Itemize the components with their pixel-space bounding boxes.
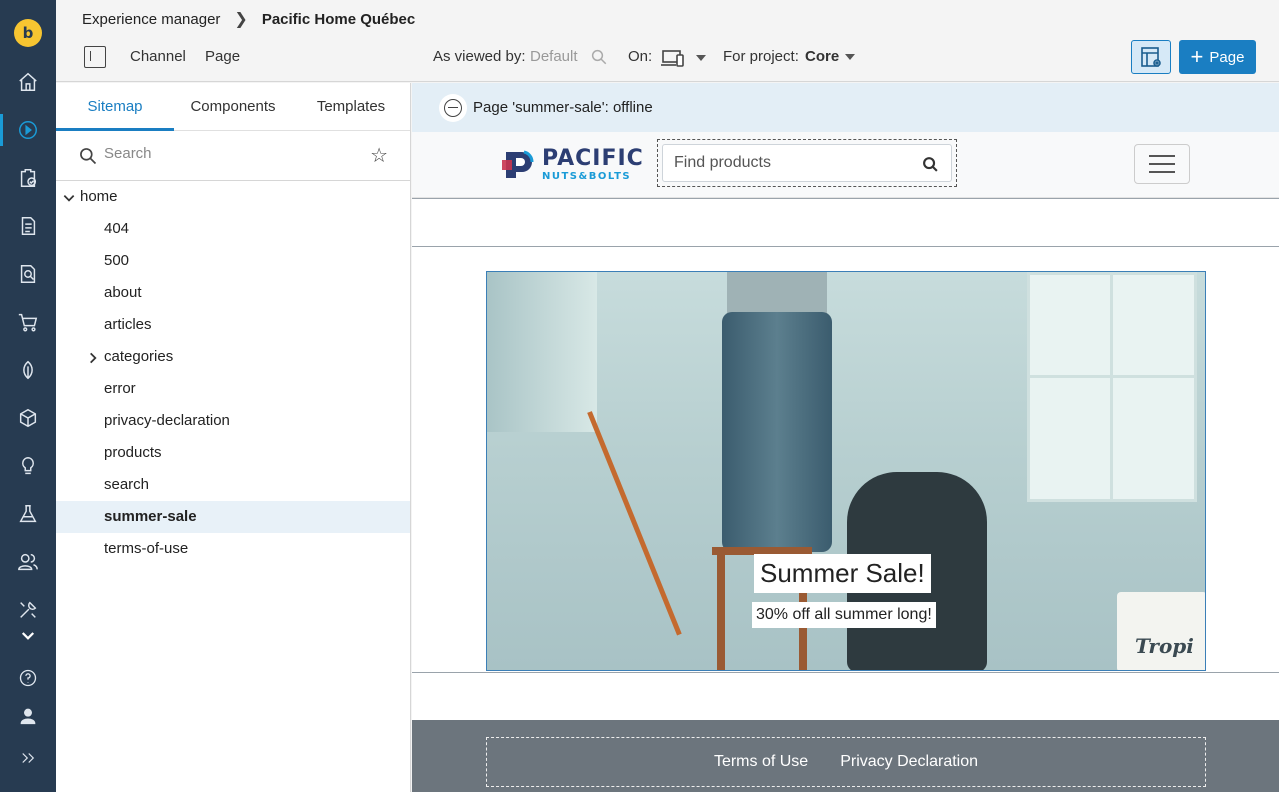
- viewed-by-value[interactable]: Default: [530, 48, 578, 65]
- tab-components[interactable]: Components: [174, 83, 292, 130]
- tree-node-articles[interactable]: articles: [56, 309, 410, 341]
- site-logo[interactable]: PACIFIC NUTS&BOLTS: [502, 146, 644, 182]
- sitemap-search-input[interactable]: [104, 145, 344, 162]
- experience-manager-icon[interactable]: [0, 110, 56, 150]
- page-menu[interactable]: Page: [205, 48, 240, 65]
- device-dropdown-caret-icon: [696, 54, 707, 61]
- banner-image-window-right: [1027, 272, 1197, 502]
- project-label: For project:: [723, 48, 799, 65]
- breadcrumb-current: Pacific Home Québec: [261, 10, 416, 28]
- bucket-label: Tropi: [1135, 634, 1194, 658]
- device-label: On:: [628, 48, 653, 65]
- tree-node-summer-sale[interactable]: summer-sale: [56, 501, 410, 533]
- tree-node-label: home: [80, 188, 118, 205]
- plus-icon: +: [1190, 44, 1204, 69]
- insights-bulb-icon[interactable]: [0, 446, 56, 486]
- chevron-down-icon[interactable]: [62, 181, 76, 213]
- banner-image-window: [487, 272, 597, 432]
- toolbar: Channel Page As viewed by: Default On: F…: [56, 38, 1279, 76]
- menu-hamburger-icon[interactable]: [1134, 144, 1190, 184]
- product-search-input[interactable]: [674, 154, 914, 172]
- footer-link-privacy[interactable]: Privacy Declaration: [840, 753, 978, 771]
- content-icon[interactable]: [0, 206, 56, 246]
- account-icon[interactable]: [0, 696, 56, 736]
- viewed-by-search-icon[interactable]: [590, 48, 608, 71]
- brand-name: PACIFIC: [542, 146, 644, 171]
- help-icon[interactable]: [0, 658, 56, 698]
- breadcrumb: Experience manager ❯ Pacific Home Québec: [82, 10, 416, 29]
- banner-title: Summer Sale!: [754, 554, 931, 593]
- projects-icon[interactable]: [0, 158, 56, 198]
- tree-node-home[interactable]: home: [56, 181, 410, 213]
- empty-container-slot[interactable]: [412, 198, 1279, 247]
- viewed-by-label: As viewed by:: [433, 48, 526, 65]
- search-component-container[interactable]: [657, 139, 957, 187]
- page-preview-canvas: Page 'summer-sale': offline PACIFIC NUTS…: [412, 83, 1279, 792]
- product-search: [662, 144, 952, 182]
- offline-status-icon: [439, 93, 467, 122]
- sidebar: Sitemap Components Templates ☆ home 404 …: [56, 83, 411, 792]
- tree-node-about[interactable]: about: [56, 277, 410, 309]
- tree-node-terms-of-use[interactable]: terms-of-use: [56, 533, 410, 565]
- project-value: Core: [805, 48, 840, 65]
- preview-page-icon: [1141, 47, 1161, 67]
- project-caret-icon: [845, 54, 856, 61]
- favorites-star-icon[interactable]: ☆: [370, 143, 388, 168]
- sidebar-tabs: Sitemap Components Templates: [56, 83, 410, 131]
- breadcrumb-root[interactable]: Experience manager: [82, 11, 220, 28]
- content-search-icon[interactable]: [0, 254, 56, 294]
- toggle-sidebar-icon[interactable]: [84, 46, 106, 68]
- expand-rail-icon[interactable]: [0, 738, 56, 778]
- brand-mark-icon: [502, 148, 538, 180]
- banner-image-paint-roller: [587, 411, 682, 636]
- tab-templates[interactable]: Templates: [292, 83, 410, 130]
- more-chevron-down-icon[interactable]: [0, 616, 56, 656]
- tree-node-error[interactable]: error: [56, 373, 410, 405]
- site-footer: Terms of Use Privacy Declaration: [412, 720, 1279, 792]
- tree-node-label: categories: [104, 348, 174, 365]
- tree-node-404[interactable]: 404: [56, 213, 410, 245]
- banner-container: Tropi Summer Sale! 30% off all summer lo…: [412, 247, 1279, 672]
- experiments-flask-icon[interactable]: [0, 494, 56, 534]
- summer-sale-banner[interactable]: Tropi Summer Sale! 30% off all summer lo…: [486, 271, 1206, 671]
- app-logo[interactable]: b: [14, 19, 42, 47]
- tree-node-products[interactable]: products: [56, 437, 410, 469]
- commerce-cart-icon[interactable]: [0, 302, 56, 342]
- tree-node-privacy-declaration[interactable]: privacy-declaration: [56, 405, 410, 437]
- search-icon[interactable]: [922, 156, 939, 178]
- users-icon[interactable]: [0, 542, 56, 582]
- tab-sitemap[interactable]: Sitemap: [56, 83, 174, 131]
- tree-node-search[interactable]: search: [56, 469, 410, 501]
- chevron-right-icon: ❯: [234, 11, 248, 28]
- page-status-bar: Page 'summer-sale': offline: [412, 83, 1279, 132]
- tree-node-500[interactable]: 500: [56, 245, 410, 277]
- device-selector[interactable]: [660, 48, 707, 73]
- footer-link-terms[interactable]: Terms of Use: [714, 753, 808, 771]
- empty-container-slot-bottom[interactable]: [412, 672, 1279, 721]
- banner-subtitle: 30% off all summer long!: [752, 602, 936, 628]
- top-bar: Experience manager ❯ Pacific Home Québec…: [56, 0, 1279, 82]
- search-icon: [78, 146, 98, 171]
- banner-image-person-legs: [722, 312, 832, 552]
- project-selector[interactable]: Core: [805, 48, 856, 65]
- nav-rail: b: [0, 0, 56, 792]
- page-status-text: Page 'summer-sale': offline: [473, 99, 653, 116]
- home-icon[interactable]: [0, 62, 56, 102]
- add-page-button[interactable]: + Page: [1179, 40, 1256, 74]
- audiences-leaf-icon[interactable]: [0, 350, 56, 390]
- chevron-right-icon[interactable]: [86, 341, 100, 373]
- add-page-label: Page: [1209, 48, 1245, 66]
- site-header: PACIFIC NUTS&BOLTS: [412, 132, 1279, 198]
- channel-menu[interactable]: Channel: [130, 48, 186, 65]
- preview-toggle-button[interactable]: [1131, 40, 1171, 74]
- brand-tagline: NUTS&BOLTS: [542, 171, 632, 182]
- footer-links-container[interactable]: Terms of Use Privacy Declaration: [486, 737, 1206, 787]
- sitemap-tree: home 404 500 about articles categories e…: [56, 181, 410, 565]
- banner-image-paint-bucket: Tropi: [1117, 592, 1205, 670]
- cube-icon[interactable]: [0, 398, 56, 438]
- tree-node-categories[interactable]: categories: [56, 341, 410, 373]
- sitemap-search: ☆: [56, 131, 410, 181]
- devices-icon: [661, 50, 684, 67]
